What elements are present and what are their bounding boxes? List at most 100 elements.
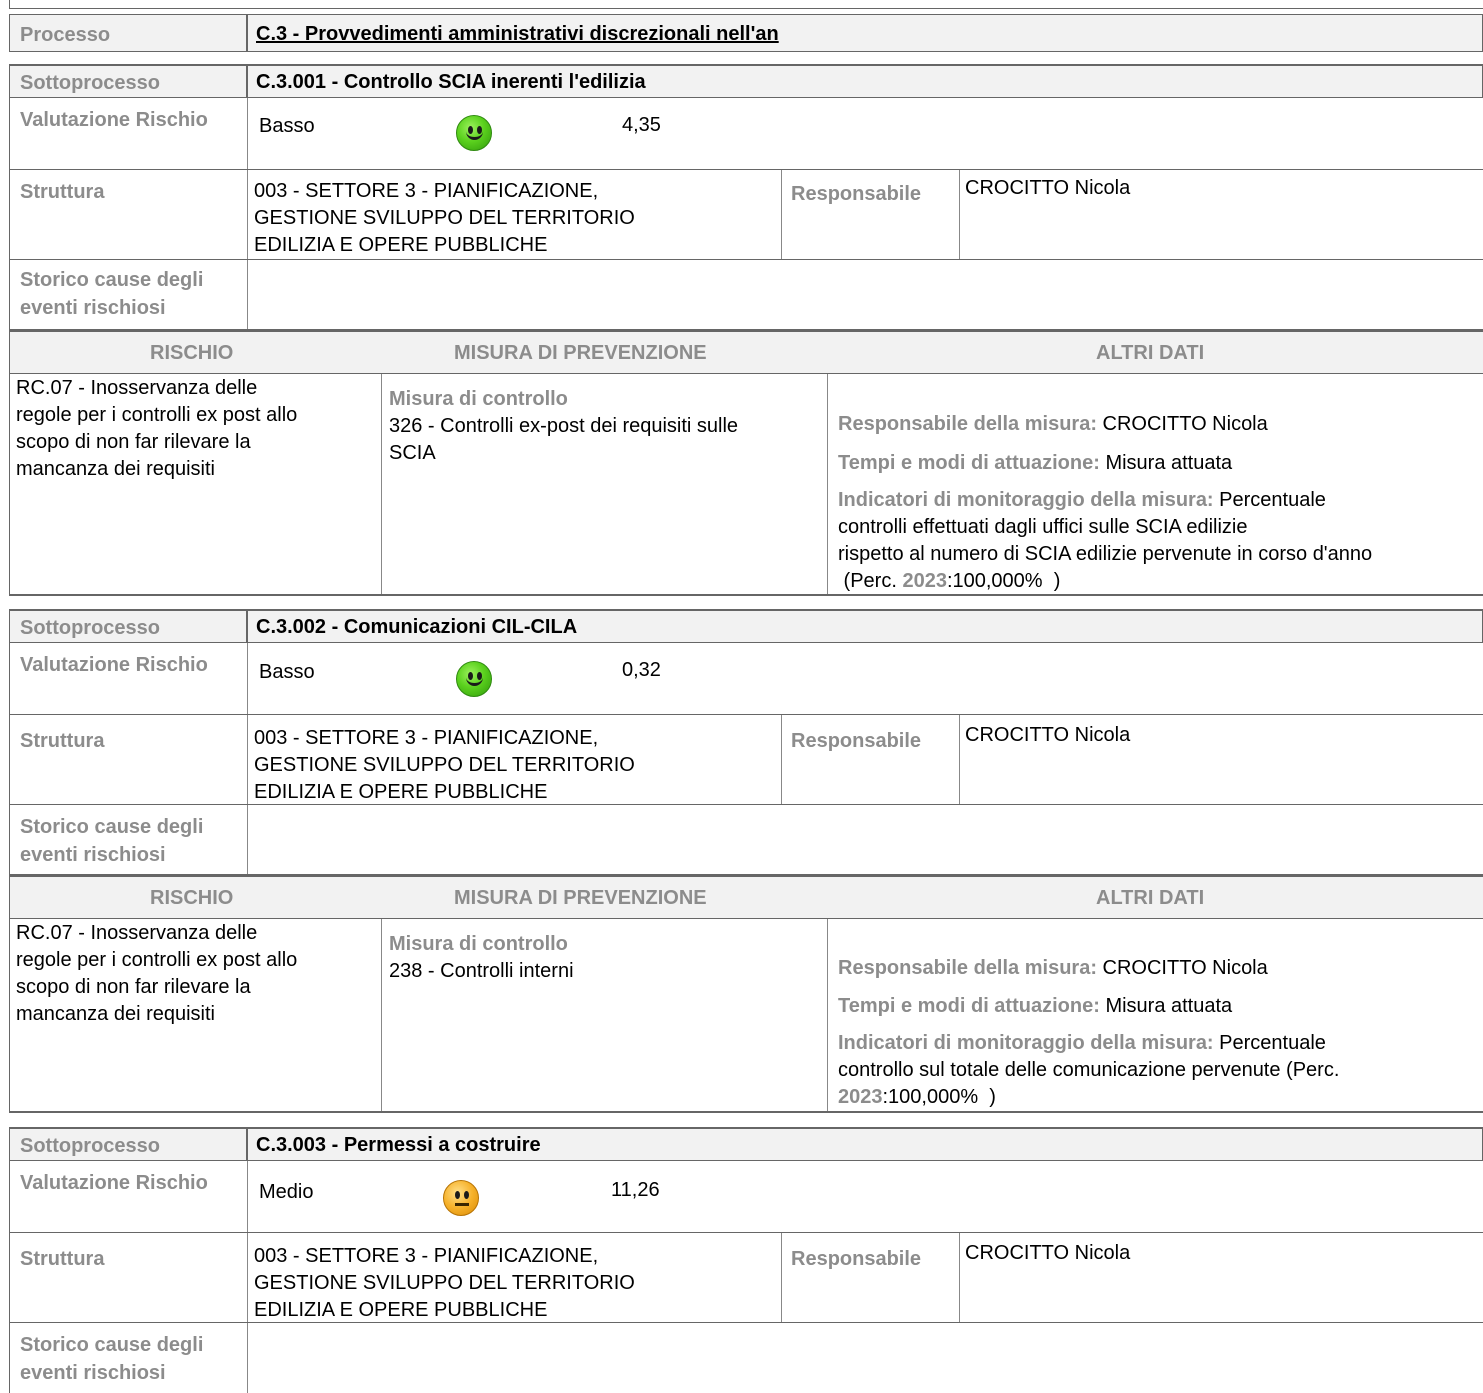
sottoprocesso-title: C.3.003 - Permessi a costruire	[256, 1134, 541, 1156]
rischio-text: mancanza dei requisiti	[16, 1003, 215, 1025]
storico-row: Storico cause degli eventi rischiosi	[9, 260, 1483, 330]
valutazione-row: Valutazione Rischio Basso 0,32	[9, 643, 1483, 715]
divider	[247, 643, 248, 714]
sottoprocesso-header: Sottoprocesso C.3.002 - Comunicazioni CI…	[9, 609, 1483, 643]
indicatori-line: Indicatori di monitoraggio della misura:…	[838, 1032, 1326, 1054]
divider	[247, 1233, 248, 1322]
rischio-text: mancanza dei requisiti	[16, 458, 215, 480]
responsabile-label: Responsabile	[791, 730, 922, 752]
struttura-line: 003 - SETTORE 3 - PIANIFICAZIONE,	[254, 180, 599, 202]
struttura-line: GESTIONE SVILUPPO DEL TERRITORIO	[254, 207, 635, 229]
smiley-happy-icon	[456, 115, 492, 151]
valutazione-label: Valutazione Rischio	[20, 654, 208, 676]
struttura-line: GESTIONE SVILUPPO DEL TERRITORIO	[254, 1272, 635, 1294]
struttura-row: Struttura 003 - SETTORE 3 - PIANIFICAZIO…	[9, 715, 1483, 805]
sottoprocesso-label: Sottoprocesso	[20, 1135, 161, 1157]
tempi-line: Tempi e modi di attuazione: Misura attua…	[838, 452, 1233, 474]
storico-label: Storico cause degli	[20, 816, 204, 838]
misura-text: 238 - Controlli interni	[389, 960, 574, 982]
responsabile-label: Responsabile	[791, 183, 922, 205]
misura-text: SCIA	[389, 442, 436, 464]
divider	[959, 715, 960, 804]
sottoprocesso-header: Sottoprocesso C.3.003 - Permessi a costr…	[9, 1127, 1483, 1161]
responsabile-value: CROCITTO Nicola	[965, 177, 1131, 199]
struttura-line: EDILIZIA E OPERE PUBBLICHE	[254, 234, 548, 256]
risk-score: 11,26	[611, 1179, 660, 1201]
column-header-altri: ALTRI DATI	[1096, 342, 1205, 364]
valutazione-label: Valutazione Rischio	[20, 1172, 208, 1194]
risk-level: Medio	[259, 1181, 314, 1203]
storico-label: Storico cause degli	[20, 269, 204, 291]
indicatori-line: Indicatori di monitoraggio della misura:…	[838, 489, 1326, 511]
struttura-line: 003 - SETTORE 3 - PIANIFICAZIONE,	[254, 1245, 599, 1267]
rischio-text: scopo di non far rilevare la	[16, 976, 251, 998]
processo-bar: Processo C.3 - Provvedimenti amministrat…	[9, 14, 1483, 52]
sottoprocesso-title: C.3.001 - Controllo SCIA inerenti l'edil…	[256, 71, 646, 93]
smiley-happy-icon	[456, 661, 492, 697]
divider	[247, 1161, 248, 1232]
divider	[246, 15, 248, 51]
tempi-line: Tempi e modi di attuazione: Misura attua…	[838, 995, 1233, 1017]
column-header-altri: ALTRI DATI	[1096, 887, 1205, 909]
struttura-line: 003 - SETTORE 3 - PIANIFICAZIONE,	[254, 727, 599, 749]
storico-label: Storico cause degli	[20, 1334, 204, 1356]
divider	[781, 715, 782, 804]
perc-line: 2023:100,000% )	[838, 1086, 996, 1108]
struttura-line: EDILIZIA E OPERE PUBBLICHE	[254, 781, 548, 803]
misura-type: Misura di controllo	[389, 933, 568, 955]
divider	[247, 1323, 248, 1393]
struttura-label: Struttura	[20, 730, 105, 752]
responsabile-label: Responsabile	[791, 1248, 922, 1270]
divider	[381, 374, 382, 594]
table-column-headers: RISCHIO MISURA DI PREVENZIONE ALTRI DATI	[9, 875, 1483, 919]
rischio-text: RC.07 - Inosservanza delle	[16, 922, 258, 944]
measure-row: RC.07 - Inosservanza delle regole per i …	[9, 374, 1483, 596]
responsabile-value: CROCITTO Nicola	[965, 1242, 1131, 1264]
risk-level: Basso	[259, 115, 315, 137]
processo-link[interactable]: C.3 - Provvedimenti amministrativi discr…	[256, 23, 779, 46]
divider	[247, 170, 248, 259]
processo-label: Processo	[20, 24, 111, 46]
divider	[246, 66, 248, 97]
struttura-label: Struttura	[20, 1248, 105, 1270]
divider	[959, 1233, 960, 1322]
divider	[246, 1129, 248, 1160]
risk-score: 4,35	[622, 114, 661, 136]
struttura-row: Struttura 003 - SETTORE 3 - PIANIFICAZIO…	[9, 1233, 1483, 1323]
rischio-text: regole per i controlli ex post allo	[16, 949, 298, 971]
valutazione-row: Valutazione Rischio Basso 4,35	[9, 98, 1483, 170]
storico-row: Storico cause degli eventi rischiosi	[9, 805, 1483, 875]
storico-label: eventi rischiosi	[20, 297, 166, 319]
smiley-neutral-icon	[443, 1180, 479, 1216]
sottoprocesso-header: Sottoprocesso C.3.001 - Controllo SCIA i…	[9, 64, 1483, 98]
divider	[247, 805, 248, 874]
divider	[959, 170, 960, 259]
resp-misura-line: Responsabile della misura: CROCITTO Nico…	[838, 957, 1268, 979]
sottoprocesso-label: Sottoprocesso	[20, 72, 161, 94]
column-header-misura: MISURA DI PREVENZIONE	[454, 887, 707, 909]
struttura-label: Struttura	[20, 181, 105, 203]
measure-row: RC.07 - Inosservanza delle regole per i …	[9, 919, 1483, 1113]
resp-misura-line: Responsabile della misura: CROCITTO Nico…	[838, 413, 1268, 435]
divider	[247, 98, 248, 169]
table-column-headers: RISCHIO MISURA DI PREVENZIONE ALTRI DATI	[9, 330, 1483, 374]
struttura-line: GESTIONE SVILUPPO DEL TERRITORIO	[254, 754, 635, 776]
divider	[781, 1233, 782, 1322]
struttura-line: EDILIZIA E OPERE PUBBLICHE	[254, 1299, 548, 1321]
struttura-row: Struttura 003 - SETTORE 3 - PIANIFICAZIO…	[9, 170, 1483, 260]
divider	[827, 374, 828, 594]
risk-score: 0,32	[622, 659, 661, 681]
valutazione-row: Valutazione Rischio Medio 11,26	[9, 1161, 1483, 1233]
indicatori-text: controlli effettuati dagli uffici sulle …	[838, 516, 1248, 538]
sottoprocesso-title: C.3.002 - Comunicazioni CIL-CILA	[256, 616, 578, 638]
risk-level: Basso	[259, 661, 315, 683]
storico-row: Storico cause degli eventi rischiosi	[9, 1323, 1483, 1393]
column-header-misura: MISURA DI PREVENZIONE	[454, 342, 707, 364]
perc-line: (Perc. 2023:100,000% )	[838, 570, 1061, 592]
rischio-text: RC.07 - Inosservanza delle	[16, 377, 258, 399]
indicatori-text: rispetto al numero di SCIA edilizie perv…	[838, 543, 1373, 565]
valutazione-label: Valutazione Rischio	[20, 109, 208, 131]
storico-label: eventi rischiosi	[20, 1362, 166, 1384]
misura-type: Misura di controllo	[389, 388, 568, 410]
top-border	[9, 0, 1483, 9]
